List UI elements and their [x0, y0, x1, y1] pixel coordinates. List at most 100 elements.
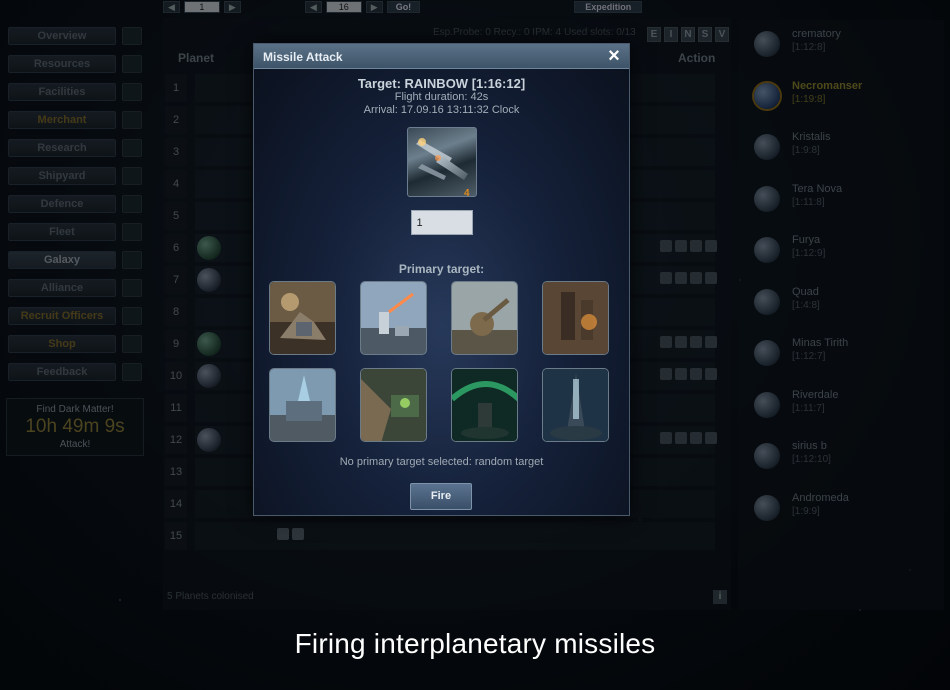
- planet-list-item[interactable]: Kristalis [1:9:8]: [754, 131, 944, 171]
- menu-item-resources[interactable]: Resources: [8, 50, 148, 78]
- planet-icon[interactable]: [197, 364, 221, 388]
- menu-item-fleet[interactable]: Fleet: [8, 218, 148, 246]
- system-input[interactable]: 16: [325, 1, 362, 13]
- filter-button[interactable]: N: [681, 27, 695, 42]
- message-icon[interactable]: [675, 336, 687, 348]
- go-button[interactable]: Go!: [386, 1, 421, 13]
- galaxy-next-button[interactable]: ▶: [223, 1, 241, 13]
- missile-icon[interactable]: [705, 432, 717, 444]
- message-icon[interactable]: [675, 432, 687, 444]
- large-shield-dome-icon[interactable]: [542, 368, 609, 442]
- menu-button-label[interactable]: Defence: [8, 195, 116, 213]
- menu-item-shop[interactable]: Shop: [8, 330, 148, 358]
- menu-shortcut-icon[interactable]: [122, 279, 142, 297]
- planet-list-item[interactable]: Necromanser [1:19:8]: [754, 80, 944, 120]
- menu-button-label[interactable]: Merchant: [8, 111, 116, 129]
- planet-list-item[interactable]: Furya [1:12:9]: [754, 234, 944, 274]
- menu-shortcut-icon[interactable]: [122, 307, 142, 325]
- missile-quantity-input[interactable]: [410, 210, 473, 235]
- menu-item-recruit-officers[interactable]: Recruit Officers: [8, 302, 148, 330]
- planet-list-item[interactable]: Quad [1:4:8]: [754, 286, 944, 326]
- planet-list-item[interactable]: Tera Nova [1:11:8]: [754, 183, 944, 223]
- menu-item-facilities[interactable]: Facilities: [8, 78, 148, 106]
- gauss-cannon-icon[interactable]: [542, 281, 609, 355]
- buddy-icon[interactable]: [690, 336, 702, 348]
- buddy-icon[interactable]: [690, 272, 702, 284]
- menu-shortcut-icon[interactable]: [122, 139, 142, 157]
- missile-icon[interactable]: [705, 336, 717, 348]
- galaxy-input[interactable]: 1: [183, 1, 220, 13]
- message-icon[interactable]: [675, 272, 687, 284]
- menu-item-alliance[interactable]: Alliance: [8, 274, 148, 302]
- debris-icon[interactable]: [277, 528, 289, 540]
- menu-item-galaxy[interactable]: Galaxy: [8, 246, 148, 274]
- espionage-icon[interactable]: [660, 272, 672, 284]
- planet-icon[interactable]: [197, 236, 221, 260]
- planet-icon[interactable]: [197, 268, 221, 292]
- missile-icon[interactable]: [705, 240, 717, 252]
- filter-button[interactable]: I: [664, 27, 678, 42]
- menu-button-label[interactable]: Galaxy: [8, 251, 116, 269]
- fire-button[interactable]: Fire: [410, 483, 472, 510]
- message-icon[interactable]: [675, 368, 687, 380]
- filter-button[interactable]: S: [698, 27, 712, 42]
- buddy-icon[interactable]: [690, 240, 702, 252]
- menu-item-feedback[interactable]: Feedback: [8, 358, 148, 386]
- dark-matter-action[interactable]: Attack!: [7, 439, 143, 450]
- buddy-icon[interactable]: [690, 432, 702, 444]
- menu-button-label[interactable]: Overview: [8, 27, 116, 45]
- missile-icon[interactable]: [705, 272, 717, 284]
- menu-shortcut-icon[interactable]: [122, 335, 142, 353]
- menu-shortcut-icon[interactable]: [122, 363, 142, 381]
- menu-item-defence[interactable]: Defence: [8, 190, 148, 218]
- espionage-icon[interactable]: [660, 240, 672, 252]
- heavy-laser-icon[interactable]: [451, 281, 518, 355]
- planet-list-item[interactable]: Riverdale [1:11:7]: [754, 389, 944, 429]
- espionage-icon[interactable]: [660, 368, 672, 380]
- menu-shortcut-icon[interactable]: [122, 55, 142, 73]
- menu-shortcut-icon[interactable]: [122, 251, 142, 269]
- menu-button-label[interactable]: Fleet: [8, 223, 116, 241]
- menu-button-label[interactable]: Facilities: [8, 83, 116, 101]
- recycle-icon[interactable]: [292, 528, 304, 540]
- planet-list-item[interactable]: Andromeda [1:9:9]: [754, 492, 944, 532]
- ion-cannon-icon[interactable]: [269, 368, 336, 442]
- filter-button[interactable]: E: [647, 27, 661, 42]
- system-next-button[interactable]: ▶: [365, 1, 383, 13]
- menu-item-overview[interactable]: Overview: [8, 22, 148, 50]
- menu-shortcut-icon[interactable]: [122, 167, 142, 185]
- message-icon[interactable]: [675, 240, 687, 252]
- plasma-turret-icon[interactable]: [360, 368, 427, 442]
- missile-icon[interactable]: [705, 368, 717, 380]
- menu-button-label[interactable]: Research: [8, 139, 116, 157]
- menu-item-research[interactable]: Research: [8, 134, 148, 162]
- filter-button[interactable]: V: [715, 27, 729, 42]
- menu-shortcut-icon[interactable]: [122, 111, 142, 129]
- menu-button-label[interactable]: Shop: [8, 335, 116, 353]
- menu-shortcut-icon[interactable]: [122, 83, 142, 101]
- planet-icon[interactable]: [197, 428, 221, 452]
- menu-button-label[interactable]: Feedback: [8, 363, 116, 381]
- menu-item-shipyard[interactable]: Shipyard: [8, 162, 148, 190]
- espionage-icon[interactable]: [660, 336, 672, 348]
- menu-button-label[interactable]: Alliance: [8, 279, 116, 297]
- buddy-icon[interactable]: [690, 368, 702, 380]
- system-prev-button[interactable]: ◀: [304, 1, 322, 13]
- planet-list-item[interactable]: Minas Tirith [1:12:7]: [754, 337, 944, 377]
- menu-button-label[interactable]: Recruit Officers: [8, 307, 116, 325]
- dark-matter-box[interactable]: Find Dark Matter! 10h 49m 9s Attack!: [6, 398, 144, 456]
- rocket-launcher-icon[interactable]: [269, 281, 336, 355]
- planet-list-item[interactable]: sirius b [1:12:10]: [754, 440, 944, 480]
- galaxy-prev-button[interactable]: ◀: [163, 1, 180, 13]
- close-icon[interactable]: ×: [604, 45, 624, 67]
- info-icon[interactable]: i: [713, 590, 727, 604]
- espionage-icon[interactable]: [660, 432, 672, 444]
- light-laser-icon[interactable]: [360, 281, 427, 355]
- small-shield-dome-icon[interactable]: [451, 368, 518, 442]
- planet-list-item[interactable]: crematory [1:12:8]: [754, 28, 944, 68]
- menu-item-merchant[interactable]: Merchant: [8, 106, 148, 134]
- expedition-button[interactable]: Expedition: [574, 1, 643, 13]
- menu-button-label[interactable]: Resources: [8, 55, 116, 73]
- menu-shortcut-icon[interactable]: [122, 27, 142, 45]
- menu-button-label[interactable]: Shipyard: [8, 167, 116, 185]
